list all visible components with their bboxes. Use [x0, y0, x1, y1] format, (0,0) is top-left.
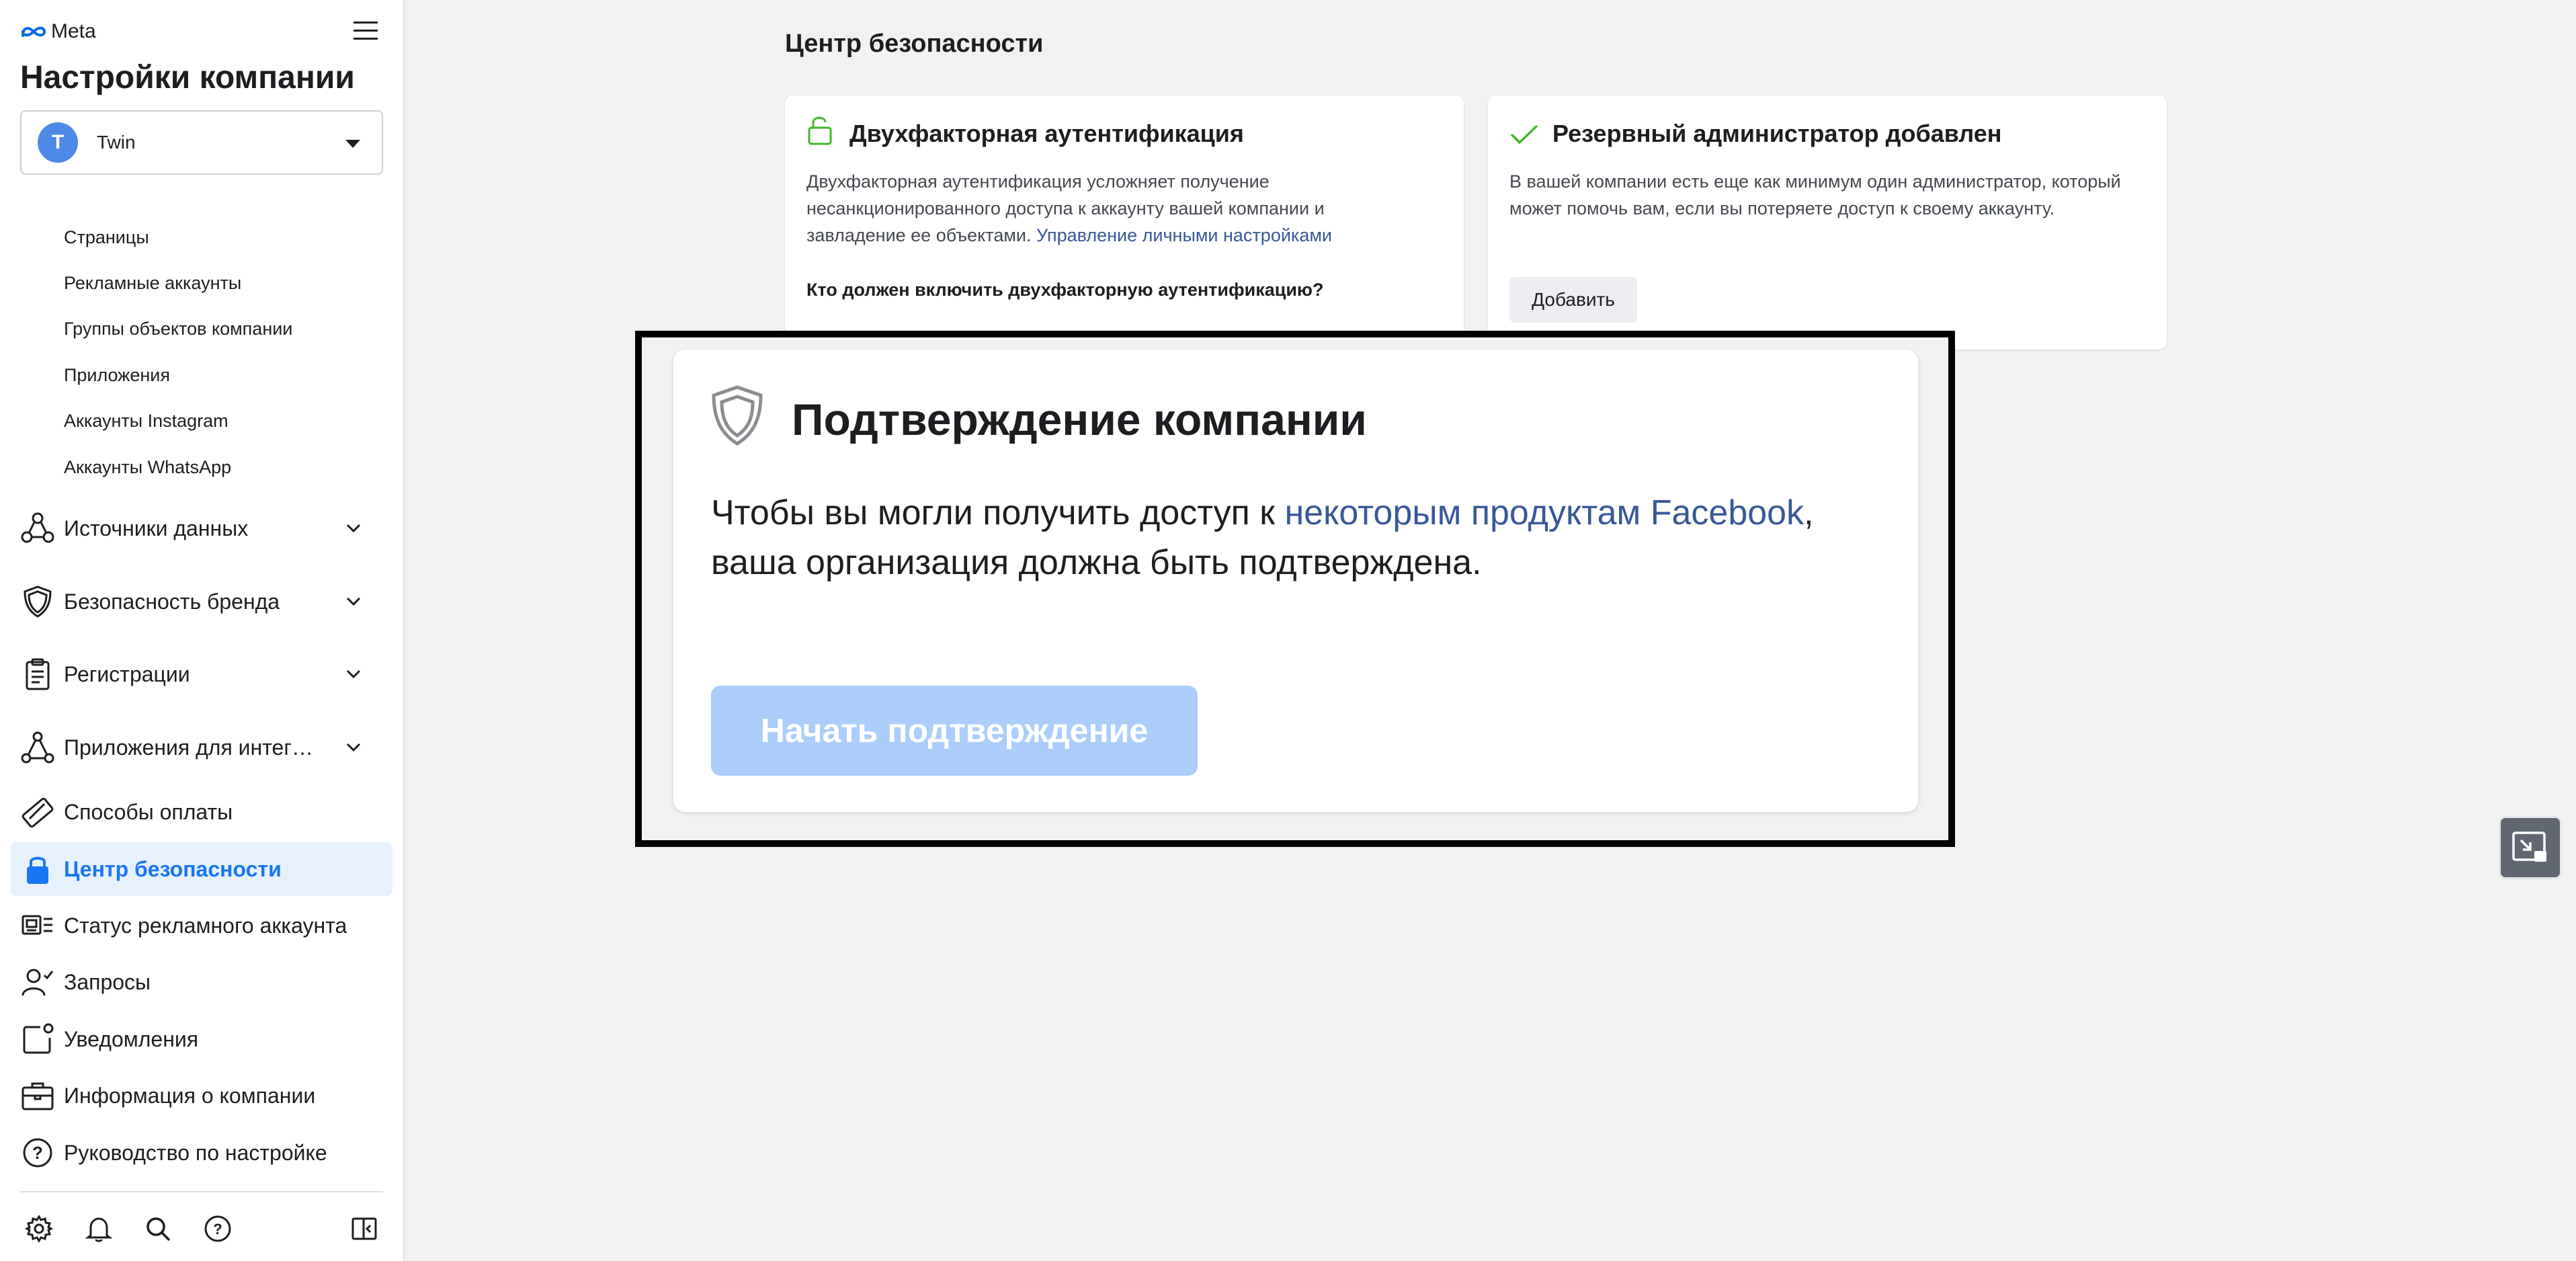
sidebar-item-asset-groups[interactable]: Группы объектов компании — [64, 319, 292, 339]
chevron-down-icon — [346, 524, 361, 533]
unlock-icon — [808, 116, 832, 145]
nav-label: Руководство по настройке — [64, 1140, 327, 1165]
caret-down-icon — [345, 140, 360, 148]
account-name: Twin — [97, 132, 136, 153]
sidebar-item-integrations[interactable]: Приложения для интег… — [11, 721, 392, 774]
sidebar-item-instagram-accounts[interactable]: Аккаунты Instagram — [64, 411, 228, 432]
nav-label: Информация о компании — [64, 1083, 316, 1108]
notifications-icon — [19, 1020, 56, 1058]
backup-admin-card: Резервный администратор добавлен В вашей… — [1488, 95, 2167, 350]
verification-description: Чтобы вы могли получить доступ к некотор… — [711, 488, 1894, 587]
business-verification-card: Подтверждение компании Чтобы вы могли по… — [673, 350, 1918, 812]
verification-text-start: Чтобы вы могли получить доступ к — [711, 493, 1285, 532]
help-icon: ? — [19, 1134, 56, 1172]
sidebar-item-brand-safety[interactable]: Безопасность бренда — [11, 575, 392, 628]
backup-admin-description: В вашей компании есть еще как минимум од… — [1509, 171, 2121, 218]
sidebar-item-registrations[interactable]: Регистрации — [11, 647, 392, 701]
sidebar-item-data-sources[interactable]: Источники данных — [11, 501, 392, 555]
clipboard-icon — [19, 655, 56, 693]
sidebar-divider — [20, 1191, 383, 1192]
backup-admin-title: Резервный администратор добавлен — [1552, 120, 2002, 147]
nav-label: Приложения для интег… — [64, 735, 313, 760]
nav-label: Запросы — [64, 969, 151, 994]
two-factor-description: Двухфакторная аутентификация усложняет п… — [806, 168, 1425, 249]
shield-icon — [712, 385, 763, 446]
sidebar-item-setup-guide[interactable]: ? Руководство по настройке — [11, 1126, 392, 1180]
avatar: T — [38, 122, 78, 163]
search-icon[interactable] — [142, 1213, 174, 1245]
svg-text:?: ? — [32, 1143, 43, 1163]
sidebar-item-payment-methods[interactable]: Способы оплаты — [11, 785, 392, 839]
verification-title: Подтверждение компании — [792, 395, 1367, 444]
account-selector[interactable]: T Twin — [20, 110, 383, 175]
sidebar-item-pages[interactable]: Страницы — [64, 227, 149, 248]
manage-personal-settings-link[interactable]: Управление личными настройками — [1036, 225, 1332, 245]
nav-label: Безопасность бренда — [64, 589, 280, 614]
help-icon[interactable]: ? — [202, 1213, 234, 1245]
sidebar-item-apps[interactable]: Приложения — [64, 365, 170, 386]
sidebar: Meta Настройки компании T Twin Страницы … — [0, 0, 405, 1261]
exit-fullscreen-button[interactable] — [2499, 816, 2562, 879]
integrations-icon — [19, 729, 56, 766]
bell-icon[interactable] — [83, 1213, 115, 1245]
start-verification-button[interactable]: Начать подтверждение — [711, 686, 1198, 776]
add-admin-button[interactable]: Добавить — [1509, 277, 1637, 323]
exit-fullscreen-icon — [2512, 831, 2546, 862]
meta-infinity-icon — [22, 26, 46, 37]
svg-text:?: ? — [213, 1221, 222, 1237]
menu-icon[interactable] — [354, 20, 378, 42]
chevron-down-icon — [346, 743, 361, 752]
highlight-frame: Подтверждение компании Чтобы вы могли по… — [635, 331, 1955, 847]
sidebar-item-company-info[interactable]: Информация о компании — [11, 1069, 392, 1123]
nav-label: Статус рекламного аккаунта — [64, 913, 347, 938]
nav-label: Центр безопасности — [64, 856, 282, 881]
two-factor-question: Кто должен включить двухфакторную аутент… — [806, 280, 1324, 300]
lock-icon — [19, 850, 56, 888]
sidebar-item-ad-account-status[interactable]: Статус рекламного аккаунта — [11, 899, 392, 952]
briefcase-icon — [19, 1077, 56, 1114]
payment-icon — [19, 793, 56, 831]
panel-toggle-icon[interactable] — [348, 1213, 380, 1245]
sidebar-item-notifications[interactable]: Уведомления — [11, 1012, 392, 1066]
settings-icon[interactable] — [23, 1213, 55, 1245]
checkmark-icon — [1510, 124, 1538, 145]
data-sources-icon — [19, 510, 56, 547]
ad-status-icon — [19, 907, 56, 944]
facebook-products-link[interactable]: некоторым продуктам Facebook — [1284, 493, 1804, 532]
nav-label: Способы оплаты — [64, 799, 233, 824]
requests-icon — [19, 963, 56, 1001]
chevron-down-icon — [346, 669, 361, 679]
page-title: Настройки компании — [20, 60, 355, 95]
nav-label: Регистрации — [64, 661, 190, 686]
nav-label: Уведомления — [64, 1026, 199, 1051]
shield-icon — [19, 583, 56, 620]
chevron-down-icon — [346, 597, 361, 606]
sidebar-item-security-center[interactable]: Центр безопасности — [11, 842, 392, 896]
meta-logo-text: Meta — [51, 20, 96, 42]
section-title: Центр безопасности — [785, 30, 1044, 58]
sidebar-item-requests[interactable]: Запросы — [11, 955, 392, 1009]
nav-label: Источники данных — [64, 516, 249, 540]
sidebar-item-ad-accounts[interactable]: Рекламные аккаунты — [64, 273, 241, 294]
meta-logo[interactable]: Meta — [20, 20, 96, 43]
sidebar-item-whatsapp-accounts[interactable]: Аккаунты WhatsApp — [64, 457, 231, 478]
two-factor-title: Двухфакторная аутентификация — [849, 120, 1244, 147]
